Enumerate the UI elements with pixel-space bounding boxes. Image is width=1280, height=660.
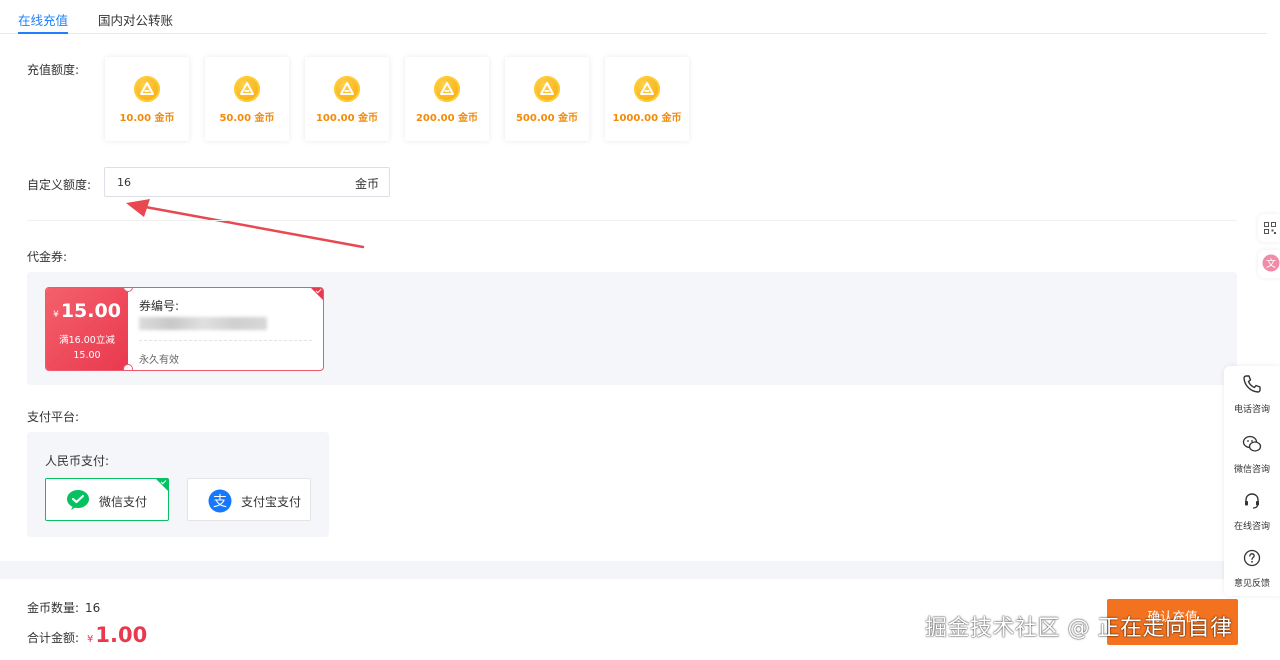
phone-icon	[1243, 375, 1261, 393]
custom-amount-input[interactable]	[105, 168, 345, 196]
translate-icon: 文	[1262, 254, 1280, 272]
svg-text:支: 支	[213, 494, 227, 510]
svg-text:文: 文	[1266, 257, 1276, 270]
voucher-card[interactable]: ¥15.00 满16.00立减 15.00 券编号: 永久有效	[45, 287, 324, 371]
footer-separator	[0, 561, 1267, 579]
coin-option[interactable]: 10.00 金币	[105, 57, 189, 141]
rmb-payment-label: 人民币支付:	[45, 454, 110, 468]
voucher-notch-top	[123, 288, 133, 292]
qr-code-widget[interactable]	[1258, 214, 1280, 242]
voucher-label: 代金券:	[27, 250, 68, 264]
voucher-condition: 满16.00立减 15.00	[59, 335, 115, 361]
feedback[interactable]: 意见反馈	[1224, 540, 1280, 596]
custom-amount-field: 金币	[104, 167, 390, 197]
tab-domestic-transfer[interactable]: 国内对公转账	[98, 10, 173, 29]
online-consult[interactable]: 在线咨询	[1224, 483, 1280, 539]
coin-amount: 100.00 金币	[315, 113, 379, 124]
red-arrow-annotation	[126, 199, 365, 249]
custom-amount-label: 自定义额度:	[27, 178, 92, 192]
contact-sidebar: 电话咨询 微信咨询 在线咨询 意见反馈	[1224, 366, 1280, 596]
alipay-label: 支付宝支付	[241, 495, 302, 509]
coin-option[interactable]: 50.00 金币	[205, 57, 289, 141]
section-divider	[27, 220, 1237, 221]
coin-icon	[334, 76, 360, 102]
wechat-pay-button[interactable]: 微信支付	[45, 478, 169, 521]
wechat-icon	[66, 489, 90, 511]
headset-icon	[1245, 493, 1259, 509]
phone-consult[interactable]: 电话咨询	[1224, 366, 1280, 422]
qr-code-icon	[1264, 222, 1276, 234]
alipay-icon: 支	[208, 489, 232, 513]
coin-count: 金币数量: 16	[27, 601, 101, 615]
total-amount: 合计金额: ¥1.00	[27, 623, 148, 647]
wechat-consult[interactable]: 微信咨询	[1224, 426, 1280, 482]
coin-icon	[634, 76, 660, 102]
recharge-amount-label: 充值额度:	[27, 63, 80, 77]
coin-amount: 1000.00 金币	[612, 113, 682, 124]
coin-amount: 50.00 金币	[219, 113, 275, 124]
coin-option[interactable]: 1000.00 金币	[605, 57, 689, 141]
tab-online-recharge[interactable]: 在线充值	[18, 10, 69, 34]
wechat-consult-label: 微信咨询	[1233, 465, 1270, 475]
voucher-amount: ¥15.00	[53, 300, 121, 322]
coin-icon	[234, 76, 260, 102]
coin-option[interactable]: 100.00 金币	[305, 57, 389, 141]
voucher-dashed-divider	[139, 340, 312, 341]
selected-check-icon	[311, 288, 323, 300]
voucher-code-redacted	[139, 317, 267, 330]
coin-count-value: 16	[85, 601, 101, 615]
question-icon	[1243, 549, 1261, 567]
voucher-amount-block: ¥15.00 满16.00立减 15.00	[46, 288, 128, 370]
selected-check-icon	[156, 479, 168, 491]
custom-amount-unit: 金币	[354, 177, 379, 191]
phone-consult-label: 电话咨询	[1233, 405, 1270, 415]
coin-amount: 500.00 金币	[515, 113, 579, 124]
coin-option[interactable]: 500.00 金币	[505, 57, 589, 141]
coin-amount: 200.00 金币	[415, 113, 479, 124]
voucher-code-label: 券编号:	[139, 299, 180, 313]
tab-bar: 在线充值 国内对公转账	[0, 0, 1267, 34]
voucher-notch-bottom	[123, 364, 133, 370]
coin-option[interactable]: 200.00 金币	[405, 57, 489, 141]
translate-widget[interactable]: 文	[1258, 250, 1280, 278]
online-consult-label: 在线咨询	[1233, 522, 1270, 532]
coin-icon	[134, 76, 160, 102]
coin-icon	[534, 76, 560, 102]
feedback-label: 意见反馈	[1233, 579, 1270, 589]
total-amount-value: 1.00	[95, 623, 148, 647]
alipay-button[interactable]: 支 支付宝支付	[187, 478, 311, 521]
coin-amount: 10.00 金币	[119, 113, 175, 124]
coin-icon	[434, 76, 460, 102]
payment-platform-label: 支付平台:	[27, 410, 80, 424]
watermark: 掘金技术社区 @ 正在走向自律	[925, 616, 1233, 641]
wechat-chat-icon	[1242, 435, 1262, 452]
wechat-pay-label: 微信支付	[99, 495, 148, 509]
voucher-validity: 永久有效	[139, 355, 179, 366]
